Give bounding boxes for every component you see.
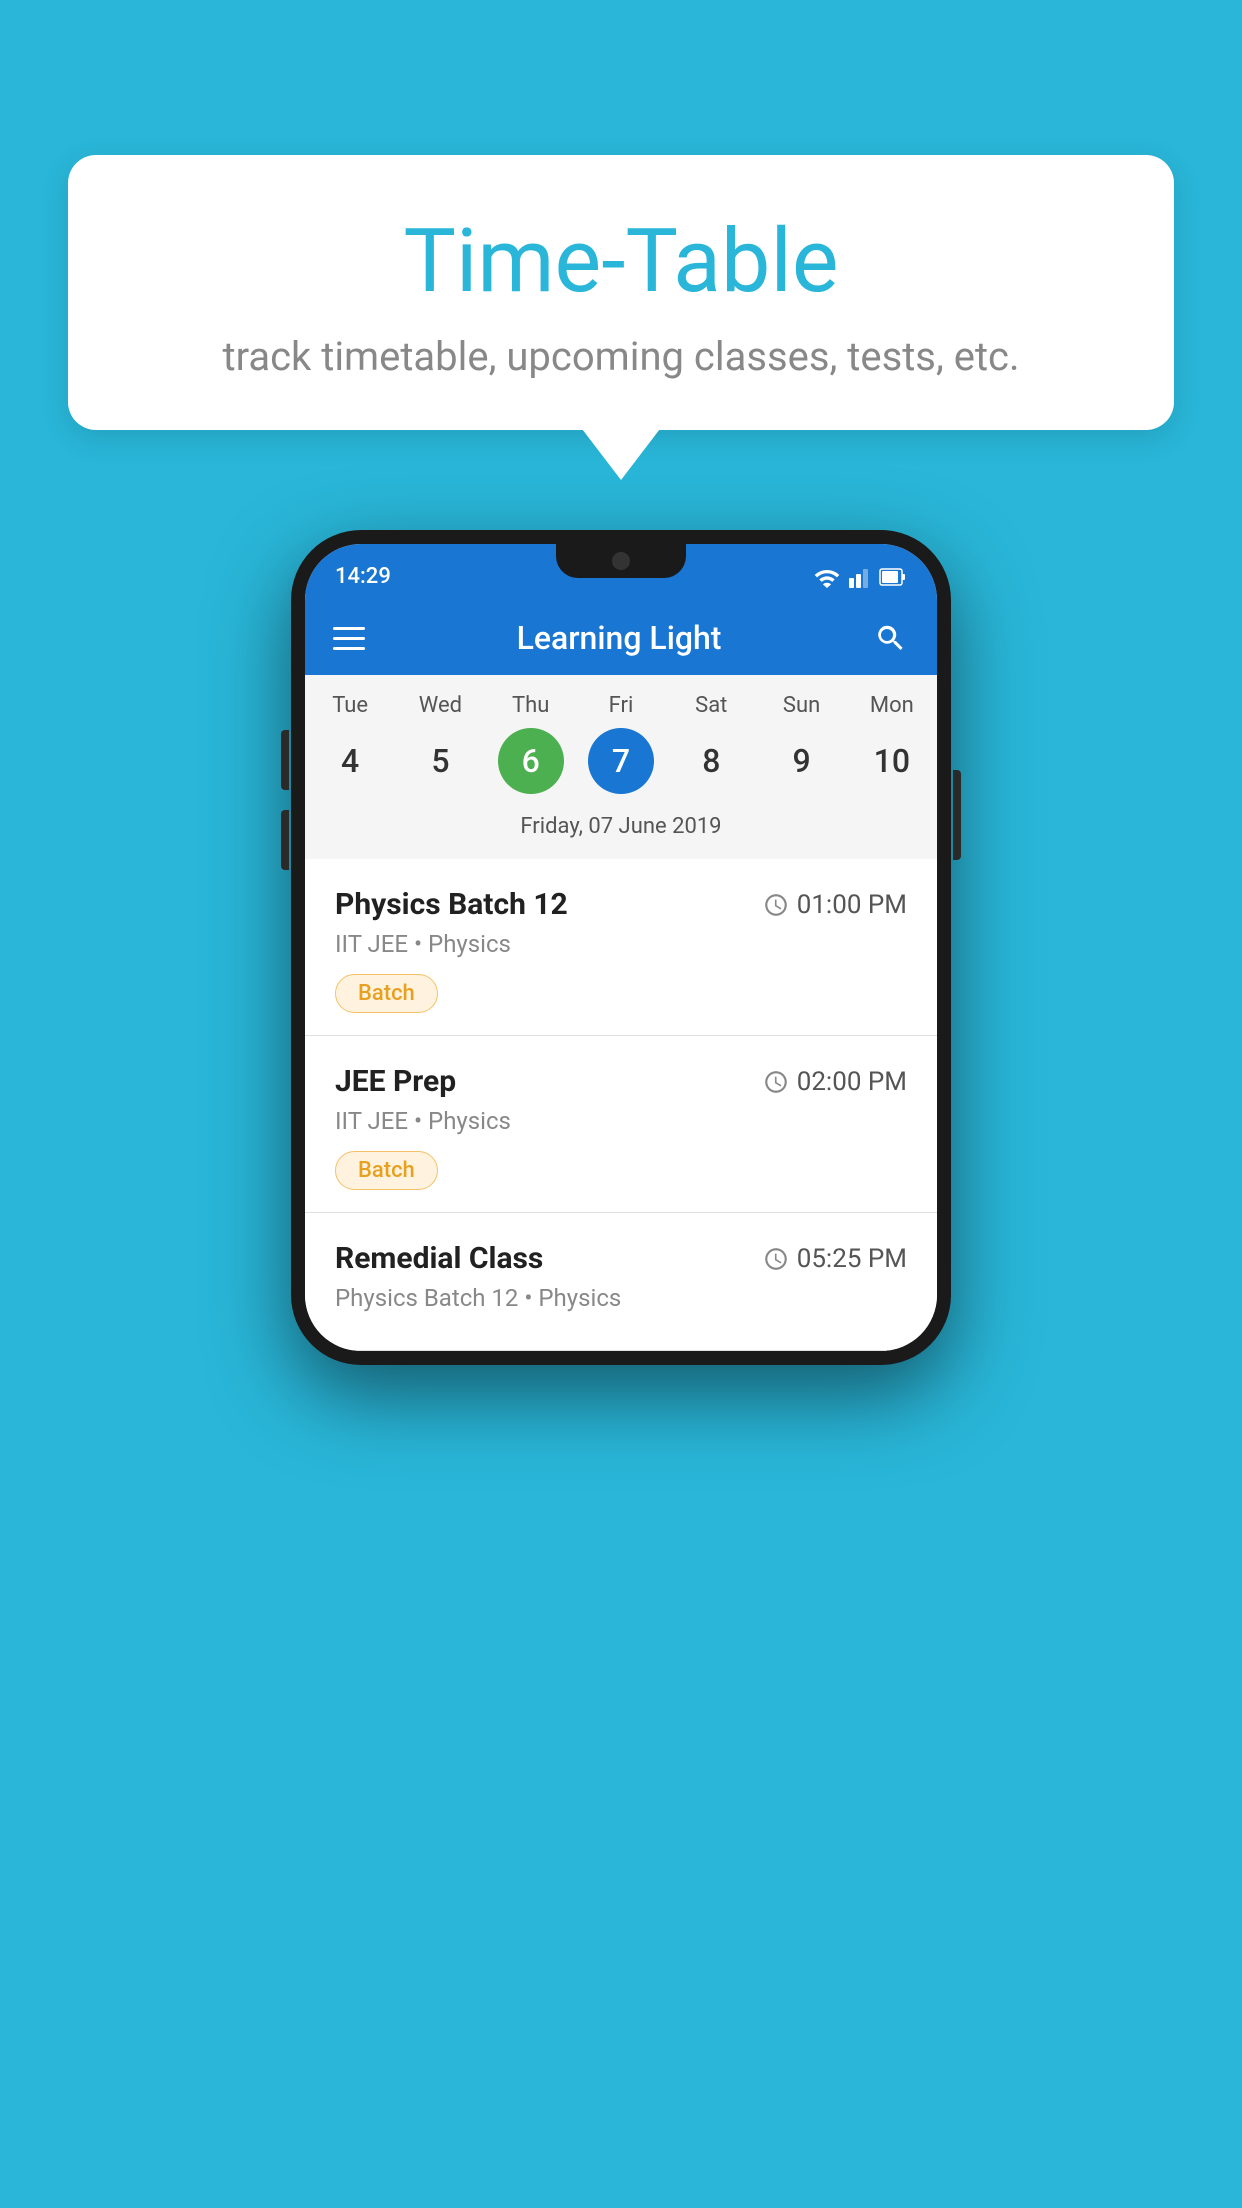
day-label-tue[interactable]: Tue bbox=[305, 693, 395, 718]
day-7-selected[interactable]: 7 bbox=[588, 728, 654, 794]
battery-icon bbox=[879, 566, 907, 588]
batch-badge-2: Batch bbox=[335, 1151, 438, 1190]
day-8[interactable]: 8 bbox=[666, 728, 756, 794]
day-labels: Tue Wed Thu Fri Sat Sun Mon bbox=[305, 693, 937, 718]
hamburger-menu-button[interactable] bbox=[333, 627, 365, 650]
clock-icon-2 bbox=[763, 1069, 789, 1095]
clock-icon-3 bbox=[763, 1246, 789, 1272]
phone-frame: 14:29 bbox=[291, 530, 951, 1365]
day-label-thu[interactable]: Thu bbox=[486, 693, 576, 718]
class-time-1: 01:00 PM bbox=[763, 890, 907, 920]
day-9[interactable]: 9 bbox=[756, 728, 846, 794]
class-item-2[interactable]: JEE Prep 02:00 PM IIT JEE • Physics Batc… bbox=[305, 1036, 937, 1213]
phone-screen: 14:29 bbox=[305, 544, 937, 1351]
front-camera bbox=[612, 552, 630, 570]
selected-date-label: Friday, 07 June 2019 bbox=[305, 808, 937, 849]
day-10[interactable]: 10 bbox=[847, 728, 937, 794]
class-subject-1: IIT JEE • Physics bbox=[335, 930, 907, 958]
search-button[interactable] bbox=[873, 620, 909, 656]
class-header-3: Remedial Class 05:25 PM bbox=[335, 1241, 907, 1276]
day-label-sat[interactable]: Sat bbox=[666, 693, 756, 718]
speech-bubble-subtitle: track timetable, upcoming classes, tests… bbox=[128, 333, 1114, 380]
speech-bubble-title: Time-Table bbox=[128, 210, 1114, 313]
classes-list: Physics Batch 12 01:00 PM IIT JEE • Phys… bbox=[305, 859, 937, 1351]
clock-icon-1 bbox=[763, 892, 789, 918]
day-4[interactable]: 4 bbox=[305, 728, 395, 794]
wifi-icon bbox=[813, 566, 841, 588]
day-label-mon[interactable]: Mon bbox=[847, 693, 937, 718]
calendar-strip: Tue Wed Thu Fri Sat Sun Mon 4 5 6 7 8 9 … bbox=[305, 675, 937, 859]
volume-up-button bbox=[281, 730, 289, 790]
day-label-wed[interactable]: Wed bbox=[395, 693, 485, 718]
class-header-2: JEE Prep 02:00 PM bbox=[335, 1064, 907, 1099]
power-button bbox=[953, 770, 961, 860]
phone-notch bbox=[556, 544, 686, 578]
day-6-today[interactable]: 6 bbox=[498, 728, 564, 794]
class-time-text-3: 05:25 PM bbox=[797, 1244, 907, 1274]
class-name-1: Physics Batch 12 bbox=[335, 887, 568, 922]
class-time-text-1: 01:00 PM bbox=[797, 890, 907, 920]
day-label-fri[interactable]: Fri bbox=[576, 693, 666, 718]
class-time-text-2: 02:00 PM bbox=[797, 1067, 907, 1097]
day-numbers: 4 5 6 7 8 9 10 bbox=[305, 728, 937, 794]
status-icons bbox=[813, 566, 907, 588]
class-subject-3: Physics Batch 12 • Physics bbox=[335, 1284, 907, 1312]
day-label-sun[interactable]: Sun bbox=[756, 693, 846, 718]
volume-down-button bbox=[281, 810, 289, 870]
class-name-3: Remedial Class bbox=[335, 1241, 543, 1276]
class-header-1: Physics Batch 12 01:00 PM bbox=[335, 887, 907, 922]
signal-icon bbox=[849, 566, 871, 588]
class-item-3[interactable]: Remedial Class 05:25 PM Physics Batch 12… bbox=[305, 1213, 937, 1351]
class-subject-2: IIT JEE • Physics bbox=[335, 1107, 907, 1135]
search-icon bbox=[874, 621, 908, 655]
speech-bubble: Time-Table track timetable, upcoming cla… bbox=[68, 155, 1174, 430]
class-time-2: 02:00 PM bbox=[763, 1067, 907, 1097]
class-item-1[interactable]: Physics Batch 12 01:00 PM IIT JEE • Phys… bbox=[305, 859, 937, 1036]
class-time-3: 05:25 PM bbox=[763, 1244, 907, 1274]
day-5[interactable]: 5 bbox=[395, 728, 485, 794]
app-bar-title: Learning Light bbox=[517, 619, 722, 657]
batch-badge-1: Batch bbox=[335, 974, 438, 1013]
phone-wrapper: 14:29 bbox=[291, 530, 951, 1365]
status-time: 14:29 bbox=[335, 564, 391, 589]
class-name-2: JEE Prep bbox=[335, 1064, 456, 1099]
app-bar: Learning Light bbox=[305, 601, 937, 675]
